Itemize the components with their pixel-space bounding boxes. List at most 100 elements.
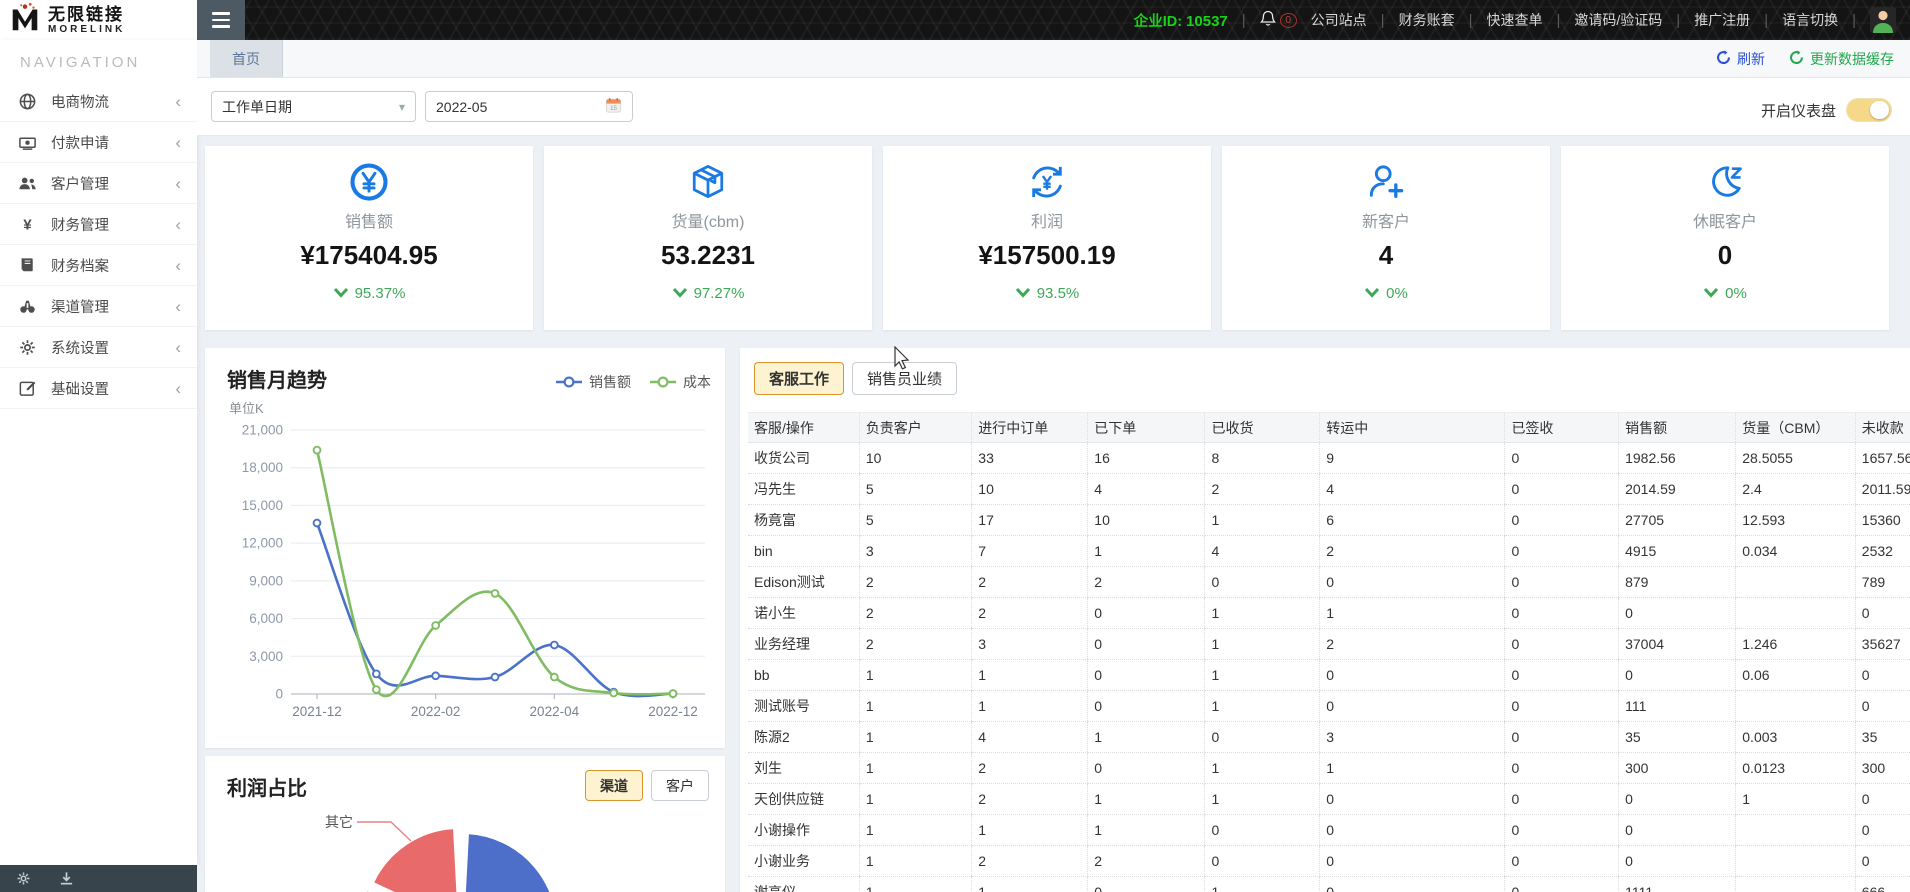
table-cell: 37004 [1619,629,1736,660]
sidebar-item-付款申请[interactable]: 付款申请 ‹ [0,122,197,163]
table-cell: 0 [1205,846,1320,877]
table-cell: 4 [1088,474,1205,505]
notification-bell[interactable]: 0 [1260,10,1297,30]
chevron-down-icon [1703,285,1719,302]
table-cell: 35627 [1855,629,1910,660]
edit-icon [18,379,37,398]
table-cell: 0 [1088,598,1205,629]
table-row[interactable]: 小谢操作11100000 [748,815,1910,846]
legend-item-销售额[interactable]: 销售额 [555,372,631,392]
legend-marker-icon [649,376,677,388]
table-cell: 1 [1320,598,1505,629]
sidebar-item-基础设置[interactable]: 基础设置 ‹ [0,368,197,409]
table-cell: 1 [1205,505,1320,536]
table-column-header: 已收货 [1205,413,1320,443]
header-menu-item[interactable]: 公司站点 [1311,10,1367,30]
settings-gear-icon[interactable] [16,871,31,886]
header-menu-item[interactable]: 推广注册 [1694,10,1750,30]
kpi-change: 95.37% [205,285,533,302]
chevron-left-icon: ‹ [175,175,181,192]
box-icon [686,160,730,204]
table-row[interactable]: 测试账号1101001110 [748,691,1910,722]
sidebar-footer [0,865,197,892]
table-row[interactable]: 收货公司1033168901982.5628.50551657.56 [748,443,1910,474]
kpi-card-利润: 利润 ¥157500.19 93.5% [883,146,1211,330]
tab-home[interactable]: 首页 [210,40,283,77]
dashboard-toggle[interactable] [1846,98,1892,122]
table-cell: 0 [1505,722,1619,753]
refresh-icon [1716,50,1731,68]
chevron-left-icon: ‹ [175,298,181,315]
download-icon[interactable] [59,871,74,886]
table-cell: 2 [1205,474,1320,505]
header-menu-item[interactable]: 语言切换 [1782,10,1838,30]
table-row[interactable]: 冯先生51042402014.592.42011.59 [748,474,1910,505]
table-column-header: 已签收 [1505,413,1619,443]
user-avatar[interactable] [1870,7,1896,33]
table-cell [1736,846,1856,877]
header-menu-item[interactable]: 快速查单 [1486,10,1542,30]
table-row[interactable]: 诺小生22011000 [748,598,1910,629]
update-cache-button[interactable]: 更新数据缓存 [1789,49,1894,69]
service-work-card: 客服工作销售员业绩 客服/操作负责客户进行中订单已下单已收货转运中已签收销售额货… [740,348,1910,892]
notification-count-badge: 0 [1280,13,1297,28]
profit-share-card: 利润占比 渠道客户 其它 [205,756,725,892]
table-cell: 1 [859,846,971,877]
table-cell: 1 [859,722,971,753]
table-cell: 陈源2 [748,722,859,753]
table-row[interactable]: 刘生1201103000.0123300 [748,753,1910,784]
table-cell: 2532 [1855,536,1910,567]
profit-view-button-客户[interactable]: 客户 [651,770,709,801]
table-row[interactable]: 杨竟富517101602770512.59315360 [748,505,1910,536]
menu-separator: | [1469,12,1473,29]
table-cell: 0 [1320,877,1505,892]
table-row[interactable]: 谢高仪1101001111666 [748,877,1910,892]
dashboard-toggle-label: 开启仪表盘 [1761,100,1836,121]
table-cell: 1 [1205,598,1320,629]
logo[interactable]: 无限链接 MORELINK [0,0,197,40]
table-cell: 1982.56 [1619,443,1736,474]
table-cell: 0 [1205,567,1320,598]
table-row[interactable]: 天创供应链121100010 [748,784,1910,815]
table-row[interactable]: bb11010000.060 [748,660,1910,691]
table-row[interactable]: bin37142049150.0342532 [748,536,1910,567]
header-menu-item[interactable]: 邀请码/验证码 [1574,10,1662,30]
sidebar-item-电商物流[interactable]: 电商物流 ‹ [0,81,197,122]
refresh-button[interactable]: 刷新 [1716,49,1765,69]
sidebar-toggle-hamburger-icon[interactable] [197,0,245,40]
sidebar-item-财务档案[interactable]: 财务档案 ‹ [0,245,197,286]
table-cell: 9 [1320,443,1505,474]
main-content: 首页 刷新 更新数据缓存 工作单日期 ▾ [197,40,1910,892]
sidebar-item-客户管理[interactable]: 客户管理 ‹ [0,163,197,204]
table-row[interactable]: 业务经理230120370041.24635627 [748,629,1910,660]
table-cell: 2 [1088,846,1205,877]
table-cell: 0 [1505,567,1619,598]
svg-text:3,000: 3,000 [249,649,283,664]
sidebar-item-财务管理[interactable]: ¥ 财务管理 ‹ [0,204,197,245]
sidebar-item-系统设置[interactable]: 系统设置 ‹ [0,327,197,368]
table-cell: 小谢操作 [748,815,859,846]
table-cell: 0.0123 [1736,753,1856,784]
table-cell: 0 [1855,598,1910,629]
calendar-icon: 15 [605,97,622,117]
profit-view-button-渠道[interactable]: 渠道 [585,770,643,801]
sidebar-item-label: 基础设置 [51,378,109,399]
table-row[interactable]: Edison测试222000879789 [748,567,1910,598]
table-tab-销售员业绩[interactable]: 销售员业绩 [852,362,957,395]
table-row[interactable]: 陈源2141030350.00335 [748,722,1910,753]
date-type-select[interactable]: 工作单日期 ▾ [211,91,416,122]
table-cell: 10 [972,474,1088,505]
table-row[interactable]: 小谢业务12200000 [748,846,1910,877]
svg-text:0: 0 [275,687,283,702]
sidebar-item-渠道管理[interactable]: 渠道管理 ‹ [0,286,197,327]
header-menu-item[interactable]: 财务账套 [1399,10,1455,30]
table-cell: 2 [972,784,1088,815]
table-cell: 10 [1088,505,1205,536]
legend-item-成本[interactable]: 成本 [649,372,711,392]
table-cell: 2 [859,598,971,629]
logo-subtitle: MORELINK [48,24,125,35]
table-column-header: 客服/操作 [748,413,859,443]
date-picker-input[interactable]: 2022-05 15 [425,91,633,122]
table-tab-客服工作[interactable]: 客服工作 [754,362,844,395]
table-cell: 300 [1855,753,1910,784]
